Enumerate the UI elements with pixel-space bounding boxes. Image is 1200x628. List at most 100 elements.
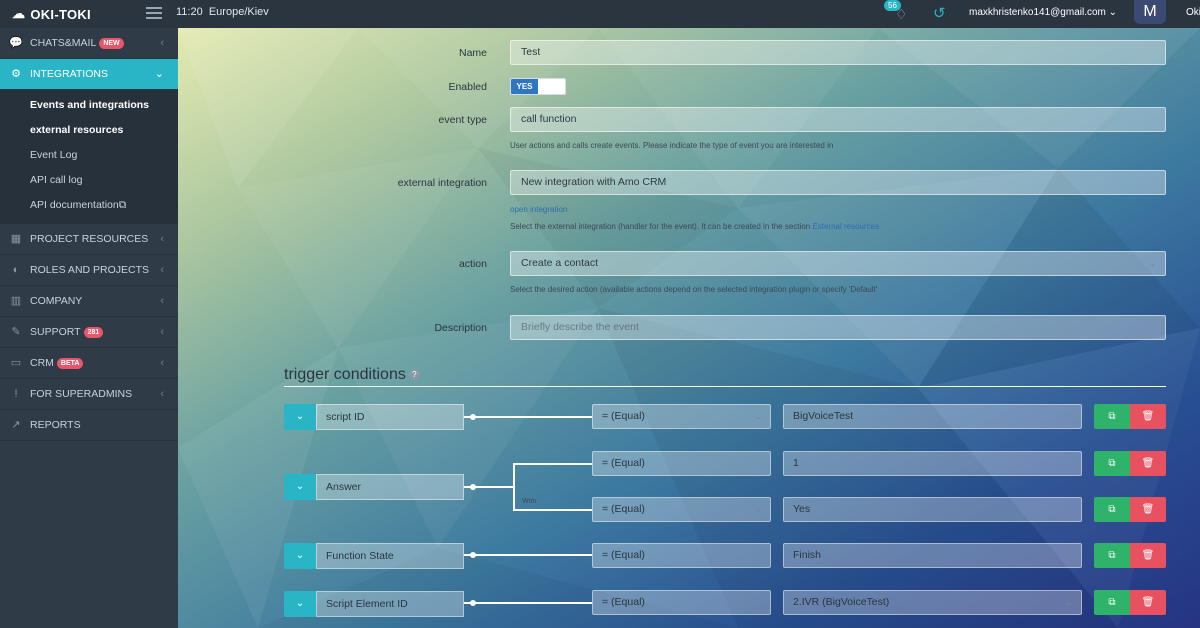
- external-resources-link[interactable]: External resources: [812, 222, 879, 231]
- event-type-select[interactable]: call function: [510, 107, 1166, 132]
- integrations-submenu: Events and integrations external resourc…: [0, 90, 178, 224]
- expand-condition-button[interactable]: ⌄: [284, 591, 316, 617]
- submenu-label: API documentation: [30, 199, 119, 211]
- description-row: Description Briefly describe the event: [178, 315, 1200, 341]
- logo-text: OKI-TOKI: [30, 6, 91, 22]
- copy-condition-button[interactable]: ⧉: [1094, 404, 1130, 429]
- cloud-icon: ☁: [12, 6, 26, 21]
- bell-icon[interactable]: ♢: [895, 6, 908, 23]
- condition-value-select[interactable]: BigVoiceTest ⌄: [783, 404, 1082, 429]
- trash-icon: 🗑: [1141, 504, 1155, 515]
- copy-condition-button[interactable]: ⧉: [1094, 451, 1130, 476]
- enabled-toggle[interactable]: YES: [510, 78, 566, 95]
- trash-icon: 🗑: [1141, 597, 1155, 608]
- top-bar: ☁ OKI-TOKI 11:20 Europe/Kiev 56 ♢ ↺ maxk…: [0, 0, 1200, 28]
- connector-line: [464, 554, 592, 556]
- open-integration-link[interactable]: open integration: [510, 205, 567, 214]
- event-type-label: event type: [438, 114, 487, 126]
- chevron-left-icon: ‹: [160, 37, 164, 49]
- condition-value: Finish: [793, 549, 822, 561]
- card-icon: ▭: [10, 357, 22, 369]
- enabled-label: Enabled: [448, 81, 487, 93]
- user-email-text: maxkhristenko141@gmail.com: [969, 7, 1106, 18]
- external-integration-select[interactable]: New integration with Amo CRM: [510, 170, 1166, 195]
- sidebar-item-support[interactable]: ✎ SUPPORT 281 ‹: [0, 317, 178, 348]
- delete-condition-button[interactable]: 🗑: [1130, 451, 1166, 476]
- exclamation-icon: !: [14, 388, 18, 400]
- operator-select[interactable]: = (Equal) ⌄: [592, 497, 771, 522]
- sidebar-item-integrations[interactable]: ⚙ INTEGRATIONS ⌄: [0, 59, 178, 90]
- delete-condition-button[interactable]: 🗑: [1130, 590, 1166, 615]
- copy-icon: ⧉: [1108, 504, 1116, 515]
- delete-condition-button[interactable]: 🗑: [1130, 497, 1166, 522]
- condition-value-select[interactable]: 2.IVR (BigVoiceTest) ⌄: [783, 590, 1082, 615]
- history-icon[interactable]: ↺: [933, 4, 946, 22]
- copy-condition-button[interactable]: ⧉: [1094, 497, 1130, 522]
- chevron-down-icon: ⌄: [154, 68, 164, 80]
- sidebar-item-project-resources[interactable]: ▦ PROJECT RESOURCES ‹: [0, 224, 178, 255]
- copy-condition-button[interactable]: ⧉: [1094, 543, 1130, 568]
- action-row: action Create a contact ⌄ Select the desi…: [178, 251, 1200, 301]
- chevron-left-icon: ‹: [160, 295, 164, 307]
- sidebar-item-chats-mail[interactable]: 💬 CHATS&MAIL NEW ‹: [0, 28, 178, 59]
- chevron-down-icon: ⌄: [1149, 258, 1157, 268]
- sidebar-item-for-superadmins[interactable]: ! FOR SUPERADMINS ‹: [0, 379, 178, 410]
- support-count-badge: 281: [83, 327, 104, 338]
- delete-condition-button[interactable]: 🗑: [1130, 543, 1166, 568]
- condition-value: 2.IVR (BigVoiceTest): [793, 596, 890, 608]
- avatar[interactable]: M: [1134, 0, 1166, 24]
- connector-line: [464, 416, 592, 418]
- grid-icon: ▦: [10, 233, 22, 245]
- submenu-event-log[interactable]: Event Log: [0, 143, 178, 168]
- help-icon[interactable]: ?: [408, 369, 420, 380]
- copy-condition-button[interactable]: ⧉: [1094, 590, 1130, 615]
- trash-icon: 🗑: [1141, 411, 1155, 422]
- operator-value: = (Equal): [602, 596, 645, 608]
- operator-select[interactable]: = (Equal): [592, 543, 771, 568]
- sidebar-item-crm[interactable]: ▭ CRM BETA ‹: [0, 348, 178, 379]
- action-select[interactable]: Create a contact ⌄: [510, 251, 1166, 276]
- condition-link-label: Wrin: [522, 498, 537, 505]
- connector-dot: [470, 552, 476, 558]
- condition-value-select[interactable]: Finish ⌄: [783, 543, 1082, 568]
- name-row: Name Test: [178, 40, 1200, 66]
- operator-select[interactable]: = (Equal): [592, 451, 771, 476]
- submenu-api-call-log[interactable]: API call log: [0, 168, 178, 193]
- menu-toggle-icon[interactable]: [146, 7, 162, 19]
- sidebar-item-label: CHATS&MAIL: [30, 37, 97, 49]
- divider: [284, 386, 1166, 387]
- description-input[interactable]: Briefly describe the event: [510, 315, 1166, 340]
- logo[interactable]: ☁ OKI-TOKI: [12, 6, 91, 22]
- name-input[interactable]: Test: [510, 40, 1166, 65]
- new-badge: NEW: [99, 38, 124, 49]
- condition-value: BigVoiceTest: [793, 410, 854, 422]
- description-label: Description: [434, 322, 487, 334]
- operator-select[interactable]: = (Equal) ⌄: [592, 404, 771, 429]
- expand-condition-button[interactable]: ⌄: [284, 404, 316, 430]
- expand-condition-button[interactable]: ⌄: [284, 543, 316, 569]
- trigger-title-text: trigger conditions: [284, 366, 406, 383]
- submenu-events-and-integrations[interactable]: Events and integrations: [0, 93, 178, 118]
- time: 11:20: [176, 6, 203, 18]
- external-integration-value: New integration with Amo CRM: [521, 176, 667, 188]
- sidebar-item-roles-and-projects[interactable]: ◐ ROLES AND PROJECTS ‹: [0, 255, 178, 286]
- condition-value-input[interactable]: Yes: [783, 497, 1082, 522]
- chevron-left-icon: ‹: [160, 326, 164, 338]
- operator-select[interactable]: = (Equal): [592, 590, 771, 615]
- action-value: Create a contact: [521, 257, 599, 269]
- sidebar-item-label: CRM: [30, 357, 54, 369]
- copy-icon: ⧉: [1108, 411, 1116, 422]
- submenu-external-resources[interactable]: external resources: [0, 118, 178, 143]
- condition-value-input[interactable]: 1: [783, 451, 1082, 476]
- user-email[interactable]: maxkhristenko141@gmail.com ⌄: [969, 7, 1117, 18]
- sidebar-item-company[interactable]: ▥ COMPANY ‹: [0, 286, 178, 317]
- bar-chart-icon: ▥: [10, 295, 22, 307]
- delete-condition-button[interactable]: 🗑: [1130, 404, 1166, 429]
- sidebar-item-label: INTEGRATIONS: [30, 68, 108, 80]
- copy-icon: ⧉: [1108, 550, 1116, 561]
- expand-condition-button[interactable]: ⌄: [284, 474, 316, 500]
- chevron-left-icon: ‹: [160, 357, 164, 369]
- external-integration-hint: Select the external integration (handler…: [510, 222, 879, 231]
- submenu-api-documentation[interactable]: API documentation⧉: [0, 193, 178, 218]
- sidebar-item-reports[interactable]: ↗ REPORTS: [0, 410, 178, 441]
